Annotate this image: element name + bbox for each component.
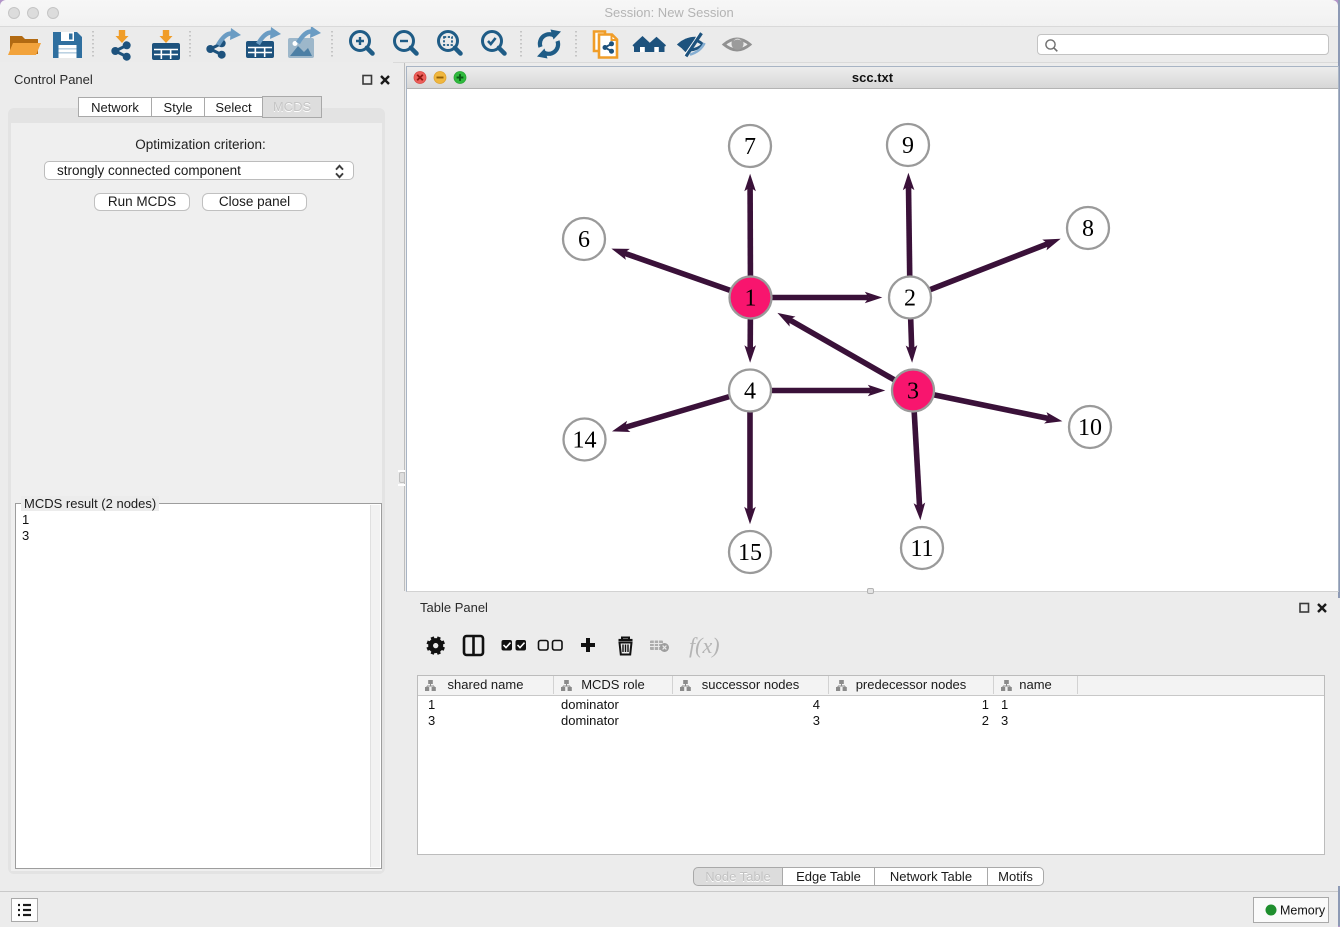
svg-text:8: 8 (1082, 216, 1094, 242)
svg-text:4: 4 (744, 379, 756, 405)
svg-text:10: 10 (1078, 415, 1102, 441)
svg-text:14: 14 (573, 428, 597, 454)
svg-text:f(x): f(x) (689, 633, 720, 658)
svg-text:11: 11 (910, 536, 933, 562)
svg-text:1: 1 (745, 286, 757, 312)
svg-text:3: 3 (907, 379, 919, 405)
svg-text:2: 2 (904, 286, 916, 312)
svg-text:Memory: Memory (1280, 904, 1326, 918)
svg-text:6: 6 (578, 227, 590, 253)
svg-text:7: 7 (744, 134, 756, 160)
svg-text:9: 9 (902, 133, 914, 159)
svg-text:15: 15 (738, 540, 762, 566)
